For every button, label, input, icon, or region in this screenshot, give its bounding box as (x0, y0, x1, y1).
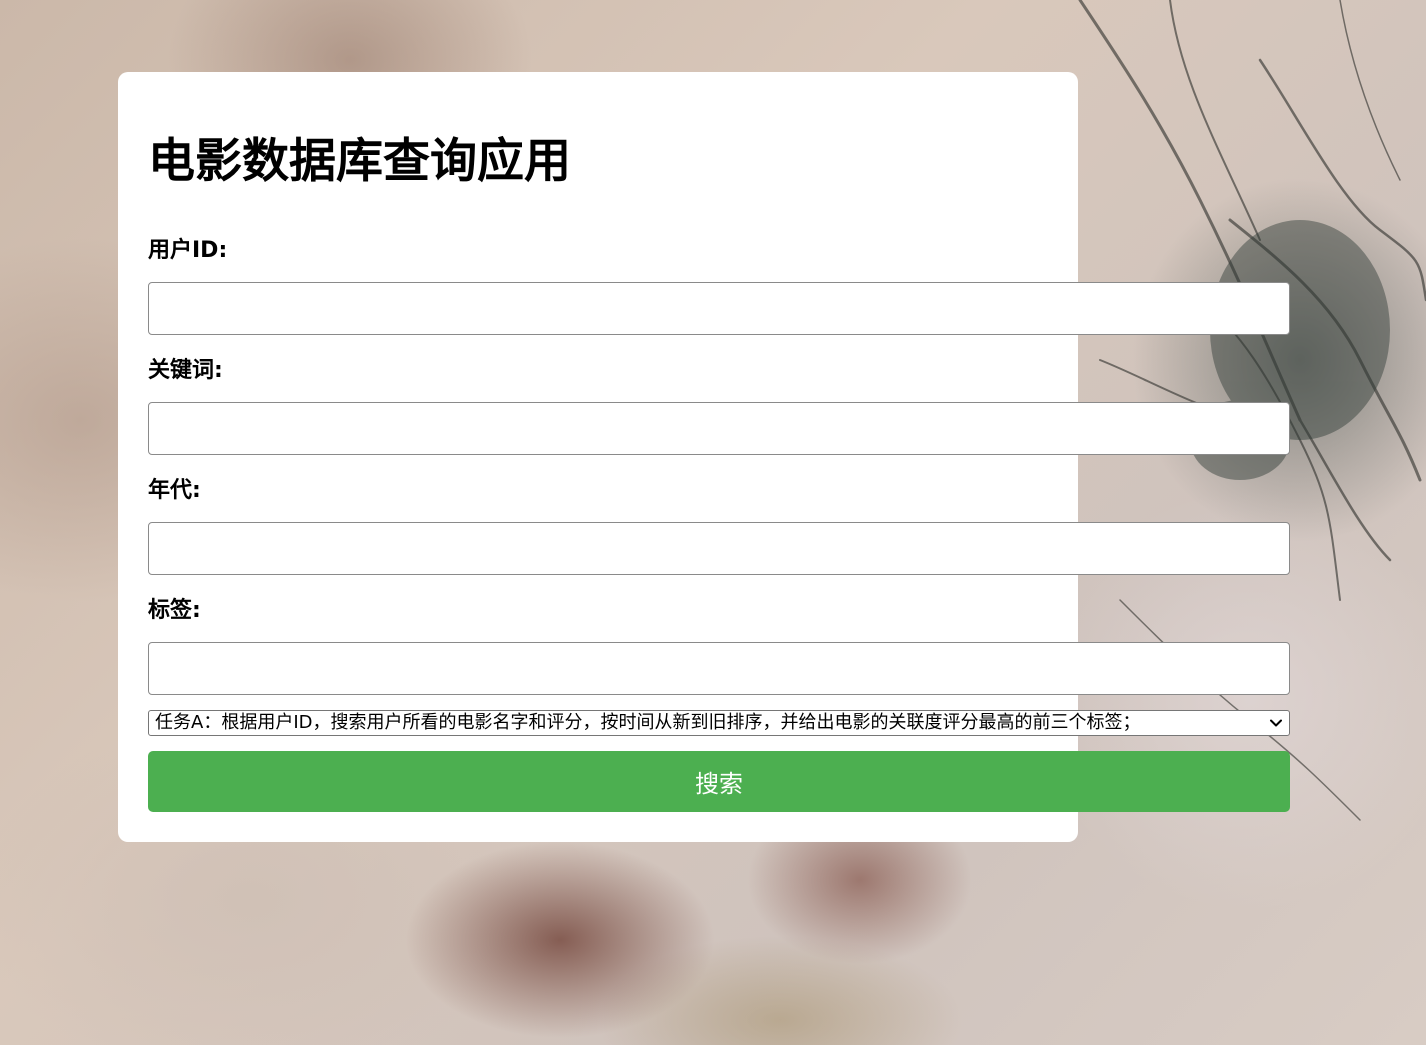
search-button[interactable]: 搜索 (148, 751, 1290, 812)
user-id-input[interactable] (148, 282, 1290, 335)
task-select-value: 任务A：根据用户ID，搜索用户所看的电影名字和评分，按时间从新到旧排序，并给出电… (155, 712, 1141, 733)
page-title: 电影数据库查询应用 (148, 134, 571, 189)
keyword-input[interactable] (148, 402, 1290, 455)
tag-label: 标签: (148, 598, 201, 623)
year-label: 年代: (148, 478, 201, 503)
user-id-label: 用户ID: (148, 238, 228, 263)
chevron-down-icon (1270, 719, 1282, 727)
keyword-label: 关键词: (148, 358, 223, 383)
year-input[interactable] (148, 522, 1290, 575)
task-select[interactable]: 任务A：根据用户ID，搜索用户所看的电影名字和评分，按时间从新到旧排序，并给出电… (148, 710, 1290, 736)
tag-input[interactable] (148, 642, 1290, 695)
query-form-card: 电影数据库查询应用 用户ID: 关键词: 年代: 标签: 任务A：根据用户ID，… (118, 72, 1290, 842)
